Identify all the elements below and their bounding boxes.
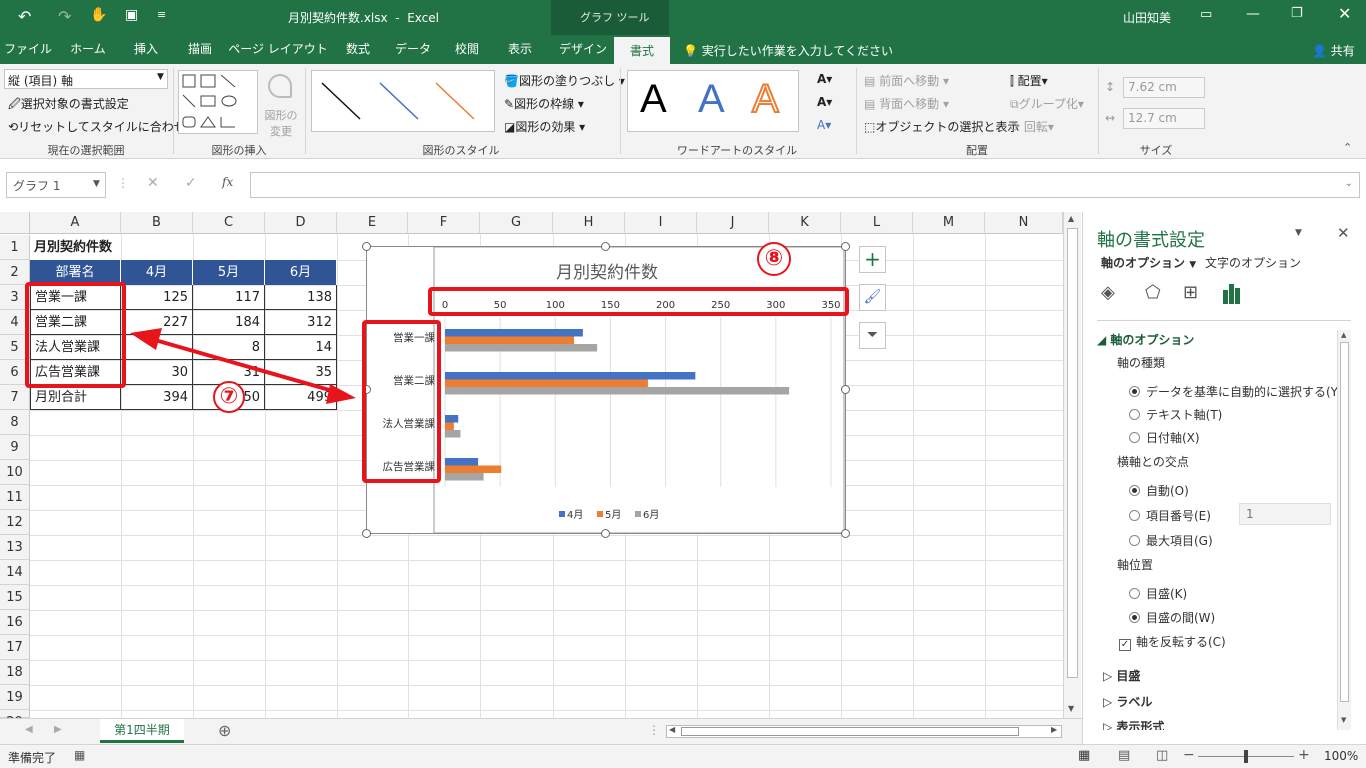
radio-icon (1129, 588, 1140, 599)
scrollbar-thumb[interactable] (1067, 228, 1078, 678)
next-sheet-icon[interactable]: ▶ (54, 724, 62, 735)
section-ticks[interactable]: ▷ 目盛 (1103, 667, 1140, 684)
radio-cross-auto[interactable]: 自動(O) (1129, 482, 1189, 499)
radio-icon (1129, 510, 1140, 521)
add-sheet-icon[interactable]: ⊕ (218, 721, 231, 740)
prev-sheet-icon[interactable]: ◀ (25, 724, 33, 735)
status-ready: 準備完了 (8, 751, 57, 765)
axis-position-label: 軸位置 (1117, 558, 1154, 572)
checkmark-icon: ✓ (1119, 639, 1131, 651)
divider (1097, 320, 1351, 321)
zoom-in-icon[interactable]: + (1298, 747, 1310, 763)
scroll-down-icon[interactable]: ▼ (1341, 716, 1346, 724)
sheet-tab-bar: ◀ ▶ 第1四半期 ⊕ ⋮ ◀ ▶ (0, 718, 1082, 744)
tab-text-options[interactable]: 文字のオプション (1205, 254, 1301, 271)
radio-on-tick[interactable]: 目盛(K) (1129, 585, 1187, 602)
radio-icon (1129, 386, 1140, 397)
category-number-input[interactable]: 1 (1239, 503, 1331, 525)
axis-options-icon[interactable] (1221, 284, 1243, 304)
status-bar: 準備完了 ▦ ▦ ▤ ◫ − + 100% (0, 744, 1366, 768)
section-labels[interactable]: ▷ ラベル (1103, 693, 1152, 710)
section-axis-options[interactable]: ◢ 軸のオプション (1097, 331, 1194, 348)
normal-view-icon[interactable]: ▦ (1078, 748, 1090, 763)
radio-cross-category[interactable]: 項目番号(E) (1129, 507, 1211, 524)
close-pane-icon[interactable]: ✕ (1337, 224, 1350, 242)
radio-icon (1129, 409, 1140, 420)
annotation-number-8: ⑧ (757, 242, 791, 276)
radio-between-ticks[interactable]: 目盛の間(W) (1129, 609, 1215, 626)
section-number[interactable]: ▷ 表示形式 (1103, 718, 1164, 730)
scrollbar-thumb[interactable] (681, 727, 1019, 736)
radio-icon (1129, 535, 1140, 546)
scrollbar-thumb[interactable] (1340, 342, 1349, 702)
effects-icon[interactable]: ⬠ (1145, 282, 1161, 303)
radio-icon (1129, 485, 1140, 496)
radio-text-axis[interactable]: テキスト軸(T) (1129, 406, 1222, 423)
pane-options-icon[interactable]: ▼ (1295, 228, 1302, 238)
page-layout-view-icon[interactable]: ▤ (1118, 748, 1130, 763)
annotation-number-7: ⑦ (213, 381, 245, 413)
more-icon: ⋮ (648, 723, 660, 737)
zoom-out-icon[interactable]: − (1183, 747, 1195, 763)
radio-auto[interactable]: データを基準に自動的に選択する(Y) (1129, 383, 1343, 400)
page-break-view-icon[interactable]: ◫ (1156, 748, 1168, 763)
radio-icon (1129, 432, 1140, 443)
horizontal-scrollbar[interactable]: ◀ ▶ (666, 725, 1062, 738)
size-properties-icon[interactable]: ⊞ (1183, 282, 1198, 303)
radio-icon (1129, 612, 1140, 623)
scroll-left-icon[interactable]: ◀ (669, 725, 675, 734)
format-axis-pane: 軸の書式設定 ▼ ✕ 軸のオプション ▼ 文字のオプション ◈ ⬠ ⊞ ◢ 軸の… (1082, 212, 1366, 744)
scroll-down-icon[interactable]: ▼ (1068, 704, 1074, 713)
cross-label: 横軸との交点 (1117, 455, 1189, 469)
zoom-level[interactable]: 100% (1324, 749, 1358, 763)
axis-type-label: 軸の種類 (1117, 356, 1166, 370)
zoom-slider-thumb[interactable] (1244, 750, 1248, 763)
scroll-right-icon[interactable]: ▶ (1051, 725, 1057, 734)
radio-cross-max[interactable]: 最大項目(G) (1129, 532, 1213, 549)
pane-scrollbar[interactable]: ▲ ▼ (1337, 330, 1351, 730)
vertical-scrollbar[interactable]: ▲ ▼ (1063, 212, 1081, 718)
checkbox-reverse[interactable]: ✓ 軸を反転する(C) (1119, 633, 1226, 651)
fill-line-icon[interactable]: ◈ (1101, 282, 1115, 303)
tab-axis-options[interactable]: 軸のオプション ▼ (1101, 254, 1196, 271)
scroll-up-icon[interactable]: ▲ (1068, 214, 1074, 223)
macro-record-icon[interactable]: ▦ (74, 748, 85, 762)
sheet-tab-q1[interactable]: 第1四半期 (100, 719, 184, 743)
scroll-up-icon[interactable]: ▲ (1341, 331, 1346, 339)
radio-date-axis[interactable]: 日付軸(X) (1129, 429, 1200, 446)
pane-title: 軸の書式設定 (1097, 230, 1205, 251)
